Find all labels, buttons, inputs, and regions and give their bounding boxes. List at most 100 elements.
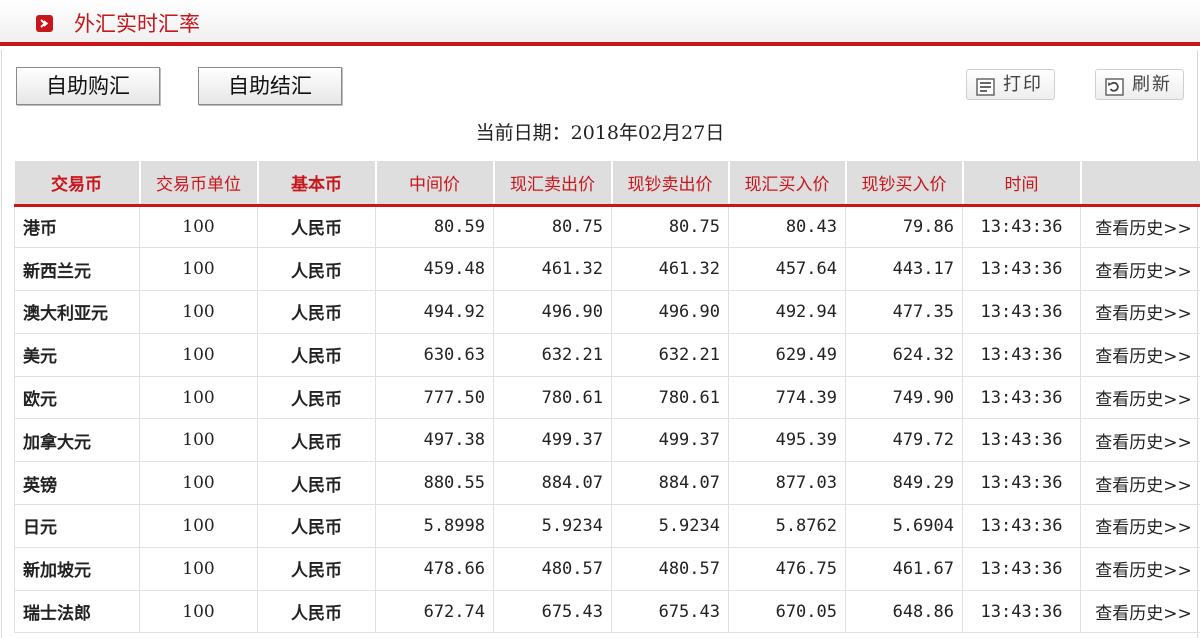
base-currency-cell: 人民币	[257, 504, 376, 548]
mid-rate-cell: 80.59	[375, 204, 494, 249]
currency-cell: 瑞士法郎	[14, 589, 140, 634]
unit-cell: 100	[139, 589, 258, 634]
currency-cell: 日元	[14, 504, 140, 548]
table-row: 加拿大元 100 人民币 497.38 499.37 499.37 495.39 479.72…	[14, 418, 1200, 463]
view-history-link[interactable]: 查看历史>>	[1080, 247, 1200, 292]
view-history-link[interactable]: 查看历史>>	[1080, 418, 1200, 463]
cash-buy-rate-cell: 461.67	[845, 546, 963, 591]
col-header-currency: 交易币	[14, 161, 141, 207]
date-label: 当前日期：	[475, 122, 571, 144]
time-cell: 13:43:36	[962, 247, 1081, 292]
unit-cell: 100	[139, 204, 258, 249]
view-history-link[interactable]: 查看历史>>	[1080, 504, 1200, 548]
page-title: 外汇实时汇率	[74, 12, 200, 36]
self-service-settle-button[interactable]: 自助结汇	[198, 67, 342, 105]
fx-buy-rate-cell: 5.8762	[728, 504, 846, 548]
col-header-fx-sell: 现汇卖出价	[493, 161, 613, 207]
cash-buy-rate-cell: 648.86	[845, 589, 963, 634]
base-currency-cell: 人民币	[257, 546, 376, 591]
current-date: 当前日期：2018年02月27日	[0, 118, 1200, 145]
base-currency-cell: 人民币	[257, 332, 376, 377]
fx-buy-rate-cell: 80.43	[728, 204, 846, 249]
fx-buy-rate-cell: 495.39	[728, 418, 846, 463]
exchange-rate-table: 交易币 交易币单位 基本币 中间价 现汇卖出价 现钞卖出价 现汇买入价 现钞买入…	[14, 161, 1200, 634]
table-row: 港币 100 人民币 80.59 80.75 80.75 80.43 79.86 13:43:3…	[14, 204, 1200, 249]
base-currency-cell: 人民币	[257, 418, 376, 463]
refresh-button[interactable]: 刷新	[1095, 69, 1184, 100]
self-service-buy-button[interactable]: 自助购汇	[16, 67, 160, 105]
currency-cell: 港币	[14, 204, 140, 249]
table-row: 美元 100 人民币 630.63 632.21 632.21 629.49 624.32 13…	[14, 332, 1200, 377]
time-cell: 13:43:36	[962, 375, 1081, 420]
table-row: 瑞士法郎 100 人民币 672.74 675.43 675.43 670.05 648.86…	[14, 589, 1200, 634]
cash-buy-rate-cell: 624.32	[845, 332, 963, 377]
view-history-link[interactable]: 查看历史>>	[1080, 204, 1200, 249]
table-header-row: 交易币 交易币单位 基本币 中间价 现汇卖出价 现钞卖出价 现汇买入价 现钞买入…	[14, 161, 1200, 207]
fx-sell-rate-cell: 496.90	[493, 290, 612, 334]
arrow-logo-icon	[36, 15, 53, 32]
unit-cell: 100	[139, 332, 258, 377]
fx-sell-rate-cell: 632.21	[493, 332, 612, 377]
mid-rate-cell: 5.8998	[375, 504, 494, 548]
unit-cell: 100	[139, 461, 258, 506]
base-currency-cell: 人民币	[257, 589, 376, 634]
print-button[interactable]: 打印	[966, 69, 1055, 100]
fx-sell-rate-cell: 499.37	[493, 418, 612, 463]
currency-cell: 美元	[14, 332, 140, 377]
base-currency-cell: 人民币	[257, 204, 376, 249]
currency-cell: 加拿大元	[14, 418, 140, 463]
col-header-cash-sell: 现钞卖出价	[611, 161, 730, 207]
cash-sell-rate-cell: 461.32	[611, 247, 729, 292]
mid-rate-cell: 672.74	[375, 589, 494, 634]
mid-rate-cell: 478.66	[375, 546, 494, 591]
col-header-cash-buy: 现钞买入价	[845, 161, 964, 207]
cash-buy-rate-cell: 443.17	[845, 247, 963, 292]
mid-rate-cell: 459.48	[375, 247, 494, 292]
mid-rate-cell: 494.92	[375, 290, 494, 334]
cash-buy-rate-cell: 477.35	[845, 290, 963, 334]
cash-buy-rate-cell: 849.29	[845, 461, 963, 506]
cash-sell-rate-cell: 632.21	[611, 332, 729, 377]
unit-cell: 100	[139, 375, 258, 420]
base-currency-cell: 人民币	[257, 461, 376, 506]
refresh-label: 刷新	[1132, 74, 1172, 95]
fx-sell-rate-cell: 675.43	[493, 589, 612, 634]
view-history-link[interactable]: 查看历史>>	[1080, 332, 1200, 377]
cash-sell-rate-cell: 675.43	[611, 589, 729, 634]
time-cell: 13:43:36	[962, 204, 1081, 249]
table-row: 新西兰元 100 人民币 459.48 461.32 461.32 457.64 443.17…	[14, 247, 1200, 292]
date-value: 2018年02月27日	[570, 122, 725, 144]
col-header-time: 时间	[962, 161, 1082, 207]
table-body: 港币 100 人民币 80.59 80.75 80.75 80.43 79.86 13:43:3…	[14, 204, 1200, 634]
table-row: 欧元 100 人民币 777.50 780.61 780.61 774.39 749.90 13…	[14, 375, 1200, 420]
cash-buy-rate-cell: 479.72	[845, 418, 963, 463]
unit-cell: 100	[139, 546, 258, 591]
base-currency-cell: 人民币	[257, 247, 376, 292]
view-history-link[interactable]: 查看历史>>	[1080, 375, 1200, 420]
table-row: 新加坡元 100 人民币 478.66 480.57 480.57 476.75 461.67…	[14, 546, 1200, 591]
unit-cell: 100	[139, 290, 258, 334]
fx-buy-rate-cell: 670.05	[728, 589, 846, 634]
currency-cell: 欧元	[14, 375, 140, 420]
cash-sell-rate-cell: 5.9234	[611, 504, 729, 548]
view-history-link[interactable]: 查看历史>>	[1080, 461, 1200, 506]
view-history-link[interactable]: 查看历史>>	[1080, 589, 1200, 634]
base-currency-cell: 人民币	[257, 290, 376, 334]
time-cell: 13:43:36	[962, 504, 1081, 548]
currency-cell: 新西兰元	[14, 247, 140, 292]
cash-sell-rate-cell: 780.61	[611, 375, 729, 420]
table-row: 英镑 100 人民币 880.55 884.07 884.07 877.03 849.29 13…	[14, 461, 1200, 506]
view-history-link[interactable]: 查看历史>>	[1080, 546, 1200, 591]
cash-sell-rate-cell: 499.37	[611, 418, 729, 463]
cash-buy-rate-cell: 5.6904	[845, 504, 963, 548]
currency-cell: 新加坡元	[14, 546, 140, 591]
fx-sell-rate-cell: 461.32	[493, 247, 612, 292]
cash-buy-rate-cell: 79.86	[845, 204, 963, 249]
cash-sell-rate-cell: 496.90	[611, 290, 729, 334]
mid-rate-cell: 777.50	[375, 375, 494, 420]
col-header-base: 基本币	[257, 161, 377, 207]
view-history-link[interactable]: 查看历史>>	[1080, 290, 1200, 334]
cash-sell-rate-cell: 80.75	[611, 204, 729, 249]
fx-buy-rate-cell: 476.75	[728, 546, 846, 591]
table-row: 澳大利亚元 100 人民币 494.92 496.90 496.90 492.94 477.3…	[14, 290, 1200, 334]
